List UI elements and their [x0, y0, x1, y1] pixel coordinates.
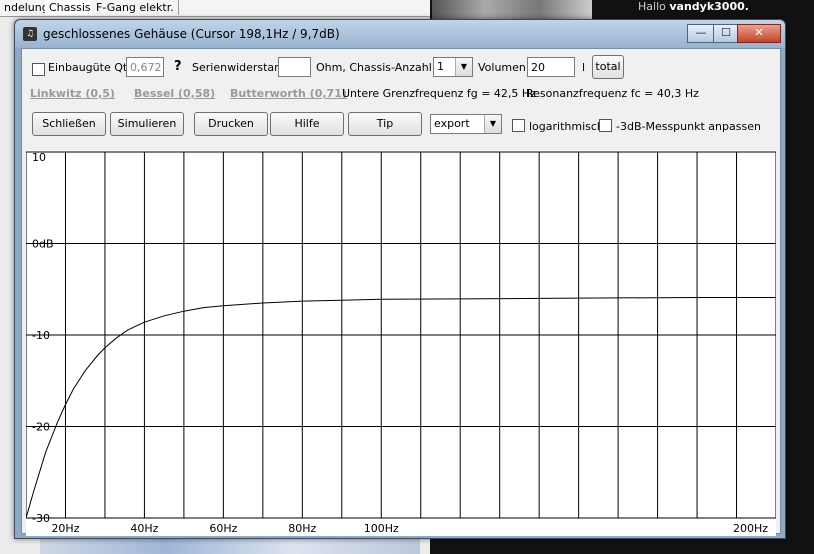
einbaugute-checkbox[interactable]: [32, 63, 45, 76]
maximize-button[interactable]: ☐: [713, 24, 739, 43]
export-select[interactable]: export ▼: [430, 114, 502, 134]
title-bar[interactable]: ♫ geschlossenes Gehäuse (Cursor 198,1Hz …: [15, 20, 785, 48]
x-tick-label: 40Hz: [130, 522, 158, 535]
background-tab-chassis[interactable]: Chassis: [45, 0, 96, 15]
liter-label: l: [582, 61, 586, 74]
y-tick-label: -20: [32, 421, 50, 434]
chevron-down-icon[interactable]: ▼: [484, 115, 501, 133]
qtc-field[interactable]: 0,672: [126, 57, 164, 77]
tip-button[interactable]: Tip: [348, 112, 422, 136]
x-tick-label: 20Hz: [51, 522, 79, 535]
chevron-down-icon[interactable]: ▼: [455, 58, 472, 76]
y-tick-label: -10: [32, 329, 50, 342]
simulation-window: ♫ geschlossenes Gehäuse (Cursor 198,1Hz …: [14, 19, 786, 539]
background-greeting: Hallo vandyk3000.: [638, 0, 749, 13]
maximize-icon: ☐: [721, 26, 731, 39]
resonanzfrequenz-text: Resonanzfrequenz fc = 40,3 Hz: [526, 87, 699, 100]
einbaugute-label: Einbaugüte Qtc: [48, 61, 134, 74]
linkwitz-link[interactable]: Linkwitz (0,5): [30, 87, 115, 100]
x-tick-label: 100Hz: [364, 522, 399, 535]
y-tick-label: 10: [32, 151, 46, 164]
simulieren-button[interactable]: Simulieren: [110, 112, 184, 136]
export-value: export: [434, 117, 470, 130]
volumen-label: Volumen: [478, 61, 526, 74]
chassis-count-value: 1: [437, 60, 444, 73]
bessel-link[interactable]: Bessel (0,58): [134, 87, 215, 100]
window-client: Einbaugüte Qtc 0,672 ? Serienwiderstand …: [21, 48, 781, 536]
butterworth-link[interactable]: Butterworth (0,71): [230, 87, 347, 100]
logarithmisch-checkbox[interactable]: [512, 119, 525, 132]
y-tick-label: 0dB: [32, 238, 54, 251]
help-question-icon[interactable]: ?: [174, 59, 182, 74]
minimize-icon: —: [695, 26, 707, 39]
total-button[interactable]: total: [592, 55, 624, 79]
grenzfrequenz-text: Untere Grenzfrequenz fg = 42,5 Hz: [342, 87, 536, 100]
x-tick-label: 60Hz: [209, 522, 237, 535]
close-icon: ✕: [754, 26, 764, 39]
app-icon: ♫: [23, 27, 37, 41]
x-tick-label: 80Hz: [288, 522, 316, 535]
background-tabbar: ndelung Chassis F-Gang elektr.: [0, 0, 430, 17]
background-tab-fgang[interactable]: F-Gang elektr.: [92, 0, 179, 15]
x-tick-label: 200Hz: [733, 522, 768, 535]
chart-background: [26, 150, 776, 536]
schliessen-button[interactable]: Schließen: [32, 112, 106, 136]
y-tick-label: -30: [32, 512, 50, 525]
close-button[interactable]: ✕: [737, 24, 781, 43]
minimize-button[interactable]: —: [687, 24, 715, 43]
window-title: geschlossenes Gehäuse (Cursor 198,1Hz / …: [43, 27, 340, 41]
chassis-count-select[interactable]: 1 ▼: [433, 57, 473, 77]
ohm-chassis-label: Ohm, Chassis-Anzahl: [316, 61, 432, 74]
volumen-field[interactable]: 20: [527, 57, 575, 77]
serien-label: Serienwiderstand: [192, 61, 289, 74]
drucken-button[interactable]: Drucken: [194, 112, 268, 136]
messpunkt-label: -3dB-Messpunkt anpassen: [616, 120, 761, 133]
frequency-response-chart[interactable]: 10 0dB -10 -20 -3020Hz 40Hz 60Hz 80Hz 100Hz 200Hz: [26, 150, 776, 536]
messpunkt-checkbox[interactable]: [599, 119, 612, 132]
logarithmisch-label: logarithmisch: [529, 120, 604, 133]
hilfe-button[interactable]: Hilfe: [270, 112, 344, 136]
serien-field[interactable]: [278, 57, 311, 77]
